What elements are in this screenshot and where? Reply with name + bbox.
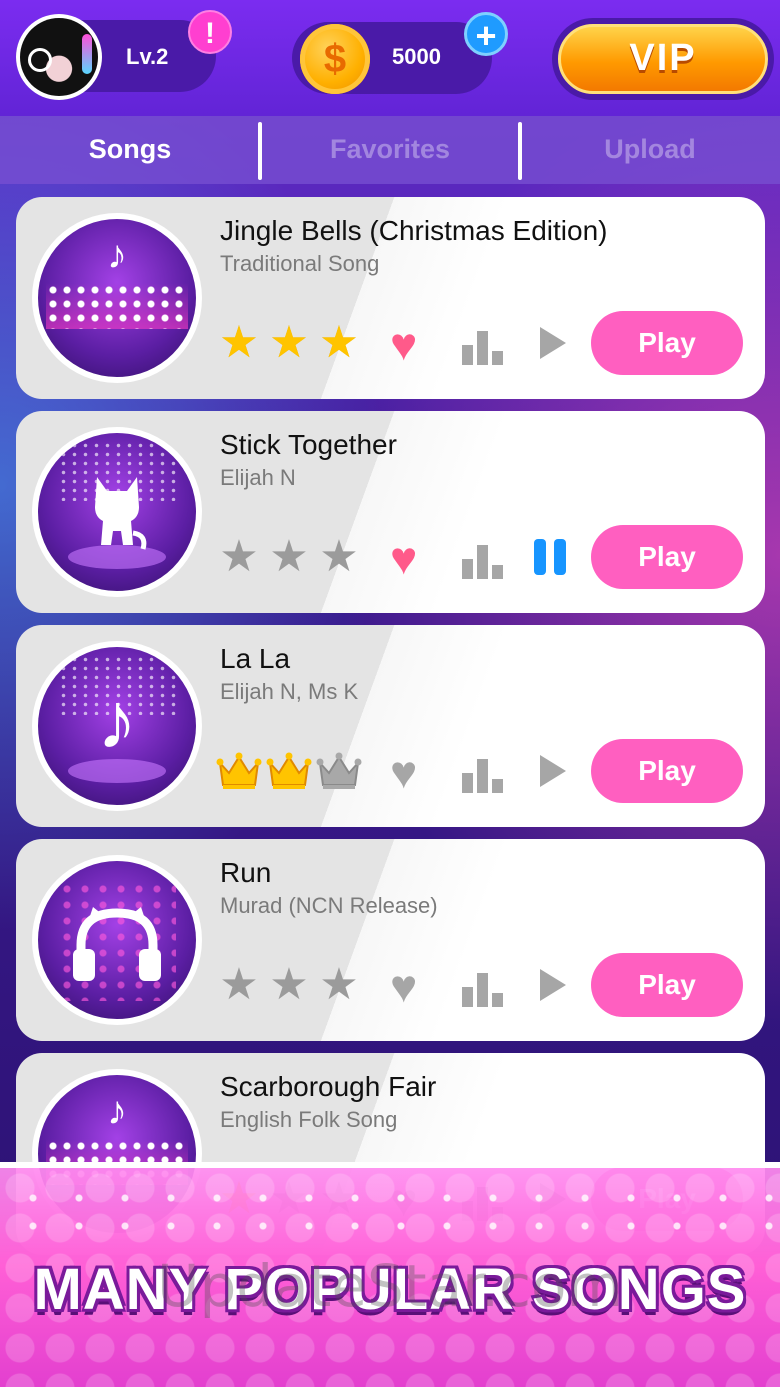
song-rating: ★★★: [216, 321, 362, 365]
avatar[interactable]: [16, 14, 102, 100]
tab-favorites[interactable]: Favorites: [260, 116, 520, 184]
song-card[interactable]: Run Murad (NCN Release) ★ ★ ★ ♥ Play: [16, 839, 765, 1041]
play-button[interactable]: Play: [591, 953, 743, 1017]
cover-art: [38, 861, 196, 1019]
star-filled-icon: ★: [269, 318, 309, 367]
add-coins-button[interactable]: +: [464, 12, 508, 56]
coin-icon: $: [300, 24, 370, 94]
song-title: Run: [220, 857, 272, 888]
leaderboard-icon[interactable]: [460, 759, 506, 793]
play-button[interactable]: Play: [591, 525, 743, 589]
music-note-icon: ♪: [97, 676, 137, 765]
favorite-heart-icon[interactable]: ♥: [390, 749, 417, 795]
tab-divider: [518, 122, 522, 180]
song-cover: [32, 855, 202, 1025]
song-card[interactable]: ♪ Jingle Bells (Christmas Edition) Tradi…: [16, 197, 765, 399]
song-title: Jingle Bells (Christmas Edition): [220, 215, 608, 246]
star-empty-icon: ★: [269, 532, 309, 581]
song-rating: ★★★: [216, 963, 362, 1007]
music-note-icon: ♪: [107, 233, 127, 277]
vip-button-label: VIP: [558, 24, 768, 94]
music-note-icon: ♪: [107, 1089, 127, 1133]
leaderboard-icon[interactable]: [460, 331, 506, 365]
cat-icon: [38, 473, 196, 558]
tab-divider: [258, 122, 262, 180]
crown-filled-icon: [216, 749, 262, 793]
crown-empty-icon: [316, 749, 362, 793]
crown-filled-icon: [266, 749, 312, 793]
play-preview-icon[interactable]: [538, 967, 568, 1003]
song-rating: ★★★: [216, 535, 362, 579]
song-artist: Murad (NCN Release): [220, 893, 438, 918]
star-empty-icon: ★: [219, 960, 259, 1009]
cover-art: [38, 433, 196, 591]
watermark: UpdateStar.com: [157, 1252, 623, 1320]
song-artist: Elijah N: [220, 465, 296, 490]
song-card[interactable]: Stick Together Elijah N ★ ★ ★ ♥ Play: [16, 411, 765, 613]
song-card[interactable]: ♪ La La Elijah N, Ms K ♥ Play: [16, 625, 765, 827]
favorite-heart-icon[interactable]: ♥: [390, 963, 417, 1009]
favorite-heart-icon[interactable]: ♥: [390, 321, 417, 367]
song-title: Scarborough Fair: [220, 1071, 437, 1102]
song-cover: ♪: [32, 213, 202, 383]
tab-songs[interactable]: Songs: [0, 116, 260, 184]
tab-bar: Songs Favorites Upload: [0, 116, 780, 184]
avatar-image: [20, 18, 98, 96]
leaderboard-icon[interactable]: [460, 545, 506, 579]
alert-badge-icon[interactable]: !: [188, 10, 232, 54]
tab-upload[interactable]: Upload: [520, 116, 780, 184]
star-empty-icon: ★: [319, 960, 359, 1009]
song-artist: English Folk Song: [220, 1107, 398, 1132]
star-empty-icon: ★: [269, 960, 309, 1009]
favorite-heart-icon[interactable]: ♥: [390, 535, 417, 581]
star-filled-icon: ★: [319, 318, 359, 367]
play-preview-icon[interactable]: [538, 753, 568, 789]
song-list: ♪ Jingle Bells (Christmas Edition) Tradi…: [16, 197, 765, 1267]
star-filled-icon: ★: [219, 318, 259, 367]
play-button[interactable]: Play: [591, 311, 743, 375]
equalizer-graphic: [46, 283, 188, 329]
cover-art: ♪: [38, 647, 196, 805]
cover-art: ♪: [38, 219, 196, 377]
player-level: Lv.2: [126, 44, 169, 69]
song-title: La La: [220, 643, 291, 674]
song-cover: ♪: [32, 641, 202, 811]
top-bar: Lv.2 ! $ 5000 + VIP: [0, 0, 780, 116]
play-button[interactable]: Play: [591, 739, 743, 803]
headphones-icon: [38, 905, 196, 990]
star-empty-icon: ★: [319, 532, 359, 581]
song-title: Stick Together: [220, 429, 397, 460]
play-preview-icon[interactable]: [538, 325, 568, 361]
star-empty-icon: ★: [219, 532, 259, 581]
leaderboard-icon[interactable]: [460, 973, 506, 1007]
song-rating: [216, 749, 362, 793]
vip-button[interactable]: VIP: [552, 18, 774, 100]
pause-preview-icon[interactable]: [534, 539, 570, 575]
song-cover: [32, 427, 202, 597]
banner-sparkles: [0, 1174, 780, 1234]
song-artist: Traditional Song: [220, 251, 380, 276]
song-artist: Elijah N, Ms K: [220, 679, 359, 704]
coin-count: 5000: [392, 44, 441, 69]
